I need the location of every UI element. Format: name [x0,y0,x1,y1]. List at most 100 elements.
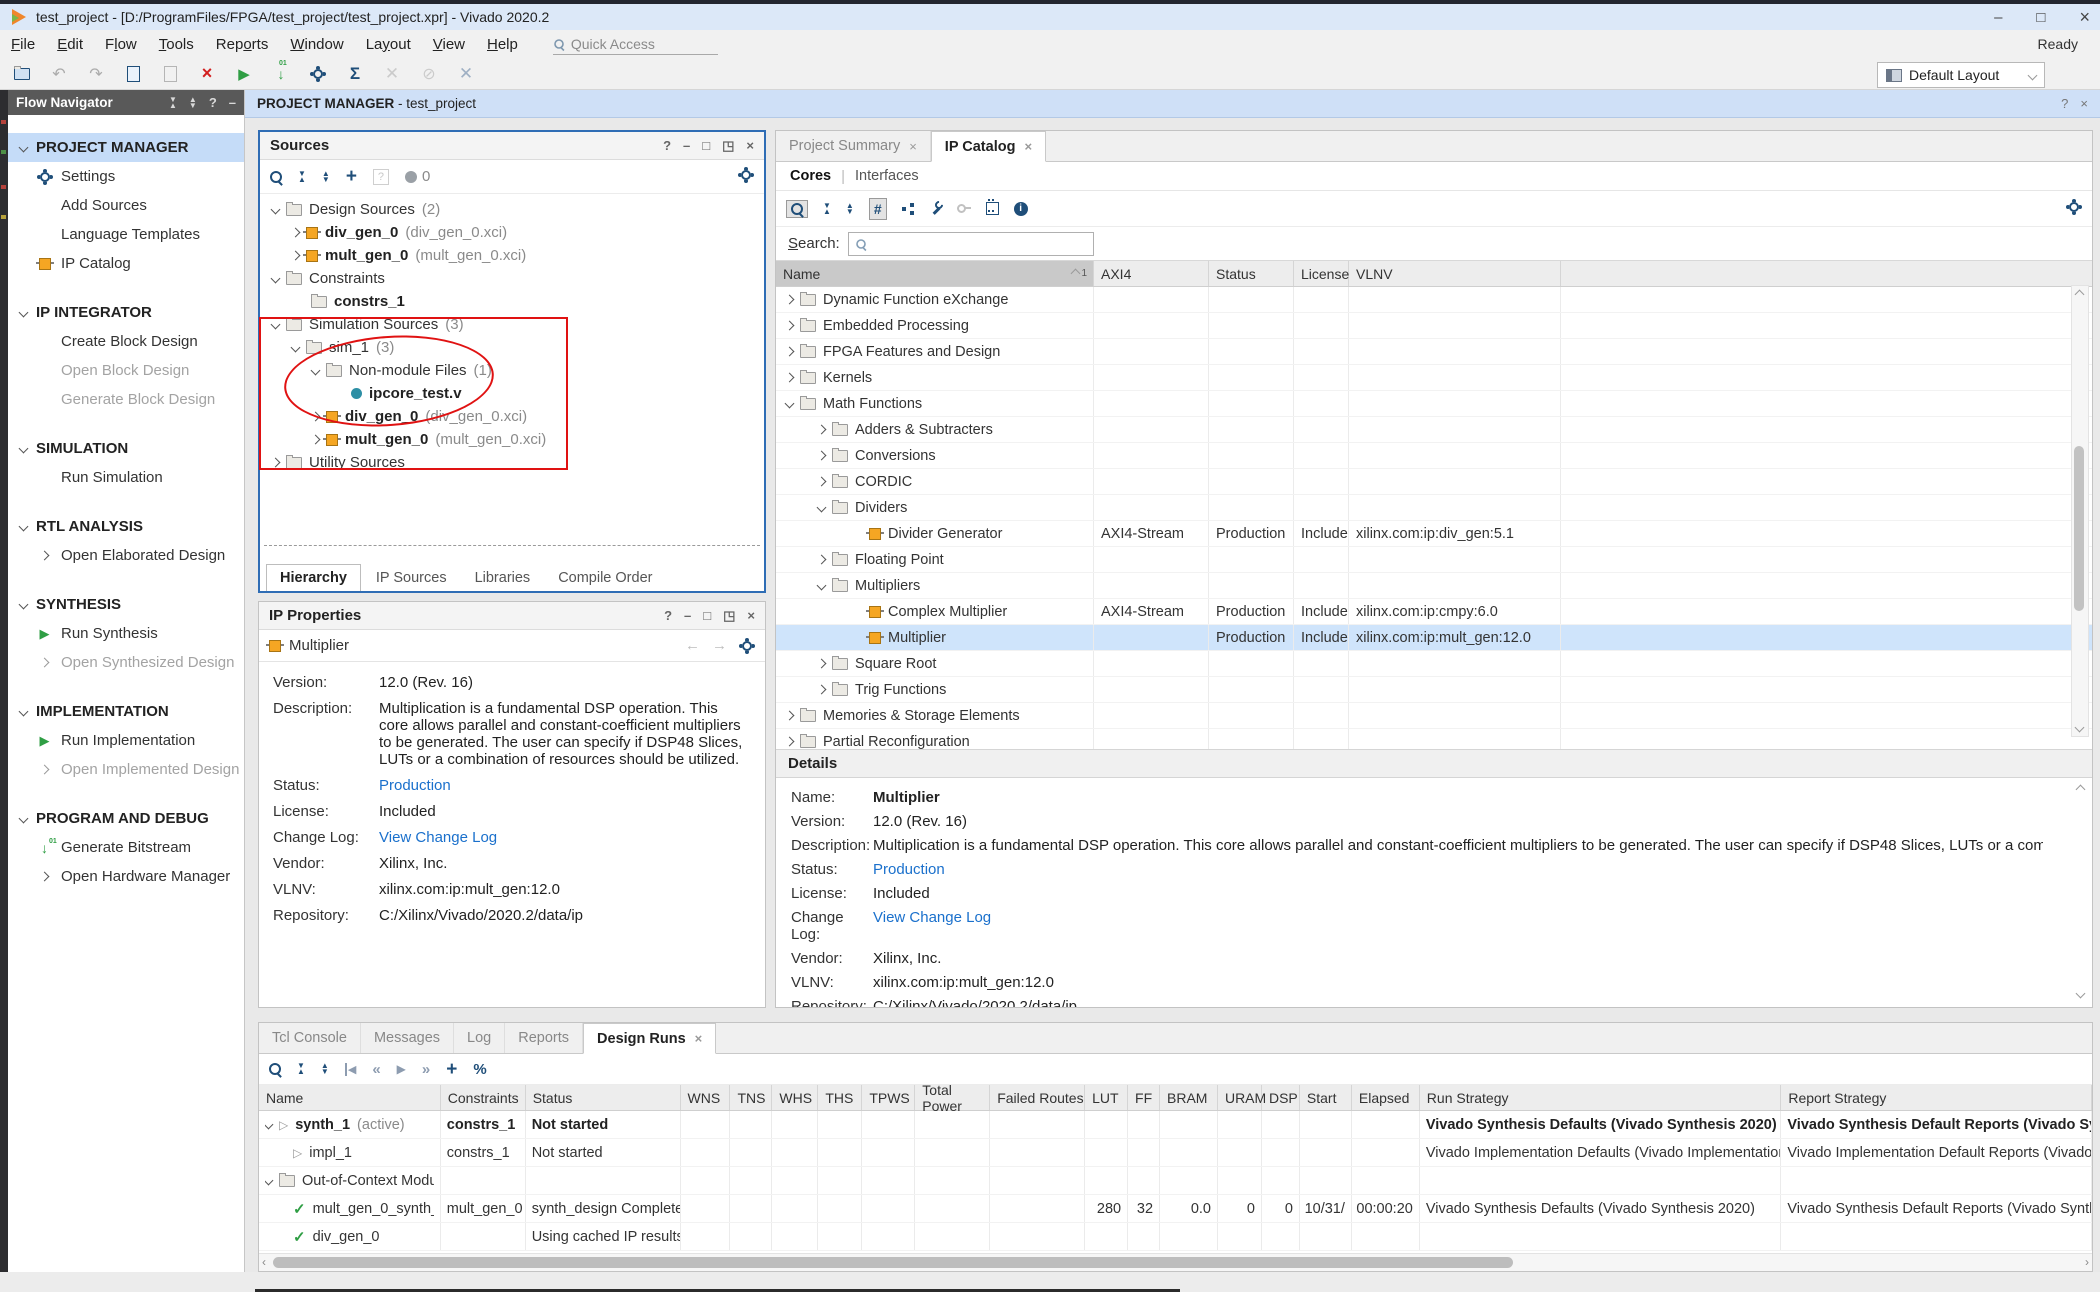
chevron-down-icon[interactable] [785,399,795,409]
create-runs-icon[interactable]: + [446,1060,457,1079]
menu-edit[interactable]: Edit [46,36,94,53]
chevron-down-icon[interactable] [265,1120,273,1130]
menu-view[interactable]: View [422,36,476,53]
vertical-scrollbar[interactable] [2071,285,2089,737]
close-tab-icon[interactable]: × [695,1031,703,1046]
column-header-ths[interactable]: THS [818,1085,862,1110]
column-header-run-strategy[interactable]: Run Strategy [1420,1085,1782,1110]
catalog-row-cordic[interactable]: CORDIC [776,469,2092,495]
scroll-up-icon[interactable] [2075,290,2085,300]
flow-item-settings[interactable]: Settings [8,162,244,191]
flow-section-header[interactable]: SYNTHESIS [8,590,244,619]
catalog-row-fpga-features-and-design[interactable]: FPGA Features and Design [776,339,2092,365]
run-icon[interactable]: ▶ [234,63,254,85]
close-tab-icon[interactable]: × [909,139,917,154]
catalog-row-trig-functions[interactable]: Trig Functions [776,677,2092,703]
maximize-panel-icon[interactable]: □ [703,608,711,623]
ip-properties-header[interactable]: IP Properties ? – □ ◳ × [259,602,765,630]
sources-tab-ip-sources[interactable]: IP Sources [363,565,460,591]
column-header-lut[interactable]: LUT [1085,1085,1128,1110]
column-header-tpws[interactable]: TPWS [862,1085,915,1110]
flow-section-header[interactable]: RTL ANALYSIS [8,512,244,541]
flow-section-header[interactable]: PROGRAM AND DEBUG [8,804,244,833]
menu-flow[interactable]: Flow [94,36,148,53]
catalog-row-complex-multiplier[interactable]: Complex MultiplierAXI4-StreamProductionI… [776,599,2092,625]
maximize-panel-icon[interactable]: □ [702,138,710,153]
flow-section-header[interactable]: SIMULATION [8,434,244,463]
chevron-down-icon[interactable] [19,308,29,318]
subtab-interfaces[interactable]: Interfaces [855,168,919,184]
float-panel-icon[interactable]: ◳ [722,138,734,154]
sources-tab-compile-order[interactable]: Compile Order [545,565,665,591]
property-value[interactable]: View Change Log [873,909,2043,943]
chevron-right-icon[interactable] [785,295,795,305]
group-by-repository-icon[interactable] [902,203,914,215]
design-run-row-out-of-context-module-runs[interactable]: Out-of-Context Module Runs [259,1167,2092,1195]
design-run-row-mult-gen-0-synth-1[interactable]: ✓mult_gen_0_synth_1mult_gen_0synth_desig… [259,1195,2092,1223]
chevron-right-icon[interactable] [40,658,50,668]
chevron-right-icon[interactable] [785,373,795,383]
catalog-row-multiplier[interactable]: MultiplierProductionIncludedxilinx.com:i… [776,625,2092,651]
chevron-right-icon[interactable] [785,347,795,357]
add-sources-icon[interactable]: + [346,167,357,186]
chevron-down-icon[interactable] [271,274,281,284]
float-panel-icon[interactable]: ◳ [723,608,735,624]
settings-gear-icon[interactable] [741,170,751,180]
chevron-right-icon[interactable] [785,321,795,331]
search-toggle[interactable] [786,200,808,218]
help-icon[interactable]: ? [664,608,672,623]
catalog-row-dynamic-function-exchange[interactable]: Dynamic Function eXchange [776,287,2092,313]
chevron-down-icon[interactable] [19,444,29,454]
column-header-axi4[interactable]: AXI4 [1094,261,1209,286]
column-header-ff[interactable]: FF [1128,1085,1160,1110]
chevron-right-icon[interactable] [817,659,827,669]
menu-help[interactable]: Help [476,36,529,53]
sources-tab-hierarchy[interactable]: Hierarchy [266,564,361,591]
expand-all-icon[interactable]: ▲▼ [321,1063,329,1075]
design-run-row-synth-1[interactable]: ▷synth_1 (active)constrs_1Not startedViv… [259,1111,2092,1139]
column-header-license[interactable]: License [1294,261,1349,286]
column-header-name[interactable]: Name1 [776,261,1094,286]
flow-item-open-elaborated-design[interactable]: Open Elaborated Design [8,541,244,570]
expand-all-icon[interactable]: ▲▼ [846,203,854,215]
column-header-bram[interactable]: BRAM [1160,1085,1218,1110]
flow-section-header[interactable]: PROJECT MANAGER [8,133,244,162]
catalog-row-divider-generator[interactable]: Divider GeneratorAXI4-StreamProductionIn… [776,521,2092,547]
tab-messages[interactable]: Messages [361,1023,454,1053]
minimize-panel-icon[interactable]: – [684,608,691,623]
column-header-status[interactable]: Status [526,1085,681,1110]
chevron-down-icon[interactable] [19,600,29,610]
collapse-all-icon[interactable]: ▼▲ [298,171,306,183]
scroll-left-icon[interactable]: ‹ [262,1255,266,1269]
chevron-down-icon[interactable] [817,503,827,513]
generate-bitstream-icon[interactable]: ↓01 [271,63,291,85]
tab-reports[interactable]: Reports [505,1023,583,1053]
column-header-dsp[interactable]: DSP [1262,1085,1300,1110]
tab-project-summary[interactable]: Project Summary× [776,131,931,161]
customize-ip-icon[interactable] [929,202,942,215]
menu-reports[interactable]: Reports [205,36,280,53]
source-tree-item[interactable]: mult_gen_0 (mult_gen_0.xci) [260,244,764,267]
settings-gear-icon[interactable] [308,63,328,85]
chevron-right-icon[interactable] [40,765,50,775]
minimize-panel-icon[interactable]: – [683,138,690,153]
scroll-down-icon[interactable] [2075,723,2085,733]
chevron-right-icon[interactable] [40,872,50,882]
column-header-failed-routes[interactable]: Failed Routes [990,1085,1085,1110]
catalog-row-kernels[interactable]: Kernels [776,365,2092,391]
collapse-all-icon[interactable]: ▼▲ [297,1063,305,1075]
flow-item-run-implementation[interactable]: ▶Run Implementation [8,726,244,755]
flow-item-ip-catalog[interactable]: IP Catalog [8,249,244,278]
source-tree-item[interactable]: Design Sources (2) [260,198,764,221]
catalog-row-multipliers[interactable]: Multipliers [776,573,2092,599]
expand-all-icon[interactable]: ▲▼ [189,97,197,109]
menu-layout[interactable]: Layout [355,36,422,53]
menu-tools[interactable]: Tools [148,36,205,53]
collapse-all-icon[interactable]: ▼▲ [823,203,831,215]
catalog-row-square-root[interactable]: Square Root [776,651,2092,677]
tab-log[interactable]: Log [454,1023,505,1053]
chevron-down-icon[interactable] [19,814,29,824]
close-button[interactable]: × [2079,7,2090,28]
settings-gear-icon[interactable] [742,641,752,651]
maximize-button[interactable]: □ [2036,9,2045,26]
